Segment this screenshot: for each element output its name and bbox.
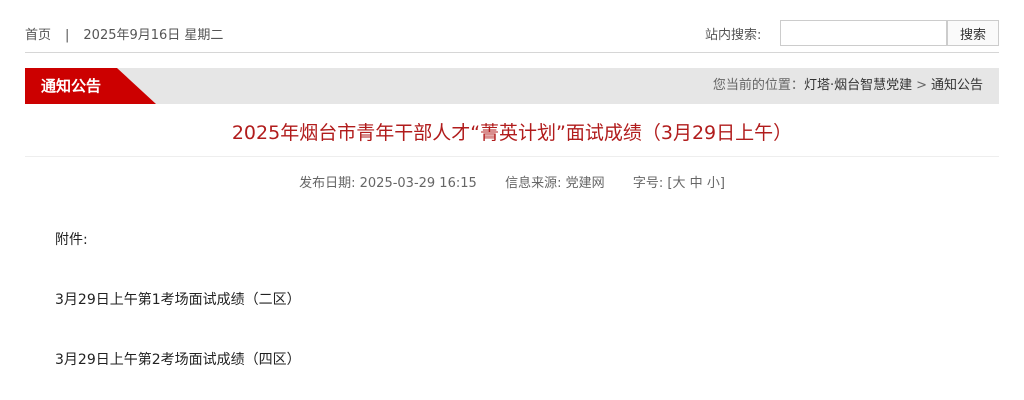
section-tab: 通知公告 xyxy=(25,68,156,104)
publish-label: 发布日期: xyxy=(299,176,356,191)
article-meta: 发布日期: 2025-03-29 16:15 信息来源: 党建网 字号: [大 … xyxy=(25,172,999,191)
fontsize-label: 字号: xyxy=(632,176,664,191)
fontsize-medium-button[interactable]: 中 xyxy=(690,176,703,191)
section-header: 通知公告 您当前的位置：灯塔·烟台智慧党建 > 通知公告 xyxy=(25,68,999,104)
attachments-label: 附件: xyxy=(55,232,88,248)
top-left: 首页 | 2025年9月16日 星期二 xyxy=(25,24,223,43)
breadcrumb-prefix: 您当前的位置： xyxy=(712,78,804,93)
separator: | xyxy=(65,28,70,43)
search-button[interactable]: 搜索 xyxy=(947,20,999,46)
fontsize-small-button[interactable]: 小 xyxy=(707,176,720,191)
search-label: 站内搜索: xyxy=(705,28,762,43)
attachment-link-1[interactable]: 3月29日上午第1考场面试成绩（二区） xyxy=(55,289,999,309)
breadcrumb-current-link[interactable]: 通知公告 xyxy=(931,78,983,93)
fontsize-large-button[interactable]: 大 xyxy=(673,176,686,191)
publish-date: 2025-03-29 16:15 xyxy=(359,176,477,191)
search-input[interactable] xyxy=(780,20,947,46)
page: 首页 | 2025年9月16日 星期二 站内搜索: 搜索 通知公告 您当前的位置：灯… xyxy=(25,0,999,369)
article-title: 2025年烟台市青年干部人才“菁英计划”面试成绩（3月29日上午） xyxy=(25,104,999,157)
attachment-link-2[interactable]: 3月29日上午第2考场面试成绩（四区） xyxy=(55,349,999,369)
breadcrumb: 您当前的位置：灯塔·烟台智慧党建 > 通知公告 xyxy=(713,68,983,104)
article-content: 附件: 3月29日上午第1考场面试成绩（二区） 3月29日上午第2考场面试成绩（… xyxy=(25,229,999,369)
source-label: 信息来源: xyxy=(505,176,562,191)
current-date: 2025年9月16日 星期二 xyxy=(83,28,224,43)
source-value: 党建网 xyxy=(565,176,605,191)
home-link[interactable]: 首页 xyxy=(25,28,51,43)
breadcrumb-site-link[interactable]: 灯塔·烟台智慧党建 xyxy=(804,78,912,93)
top-bar: 首页 | 2025年9月16日 星期二 站内搜索: 搜索 xyxy=(25,0,999,53)
fontsize-bracket-close: ] xyxy=(719,176,725,191)
breadcrumb-arrow: > xyxy=(916,78,927,93)
